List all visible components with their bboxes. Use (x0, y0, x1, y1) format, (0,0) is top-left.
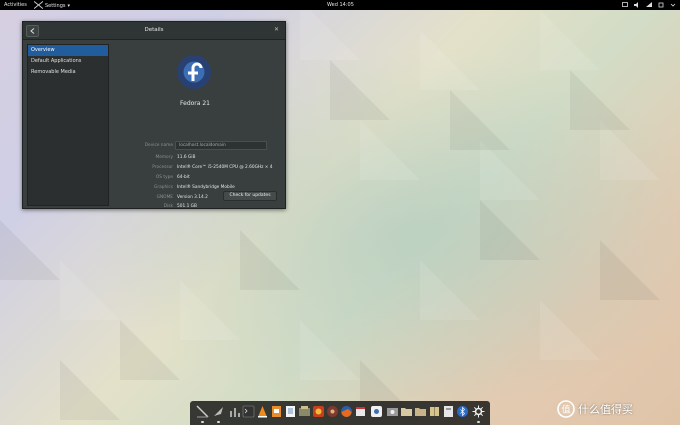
spec-label: Graphics (154, 185, 173, 190)
power-icon (658, 2, 664, 8)
svg-text:值: 值 (561, 404, 570, 416)
volume-icon (634, 2, 638, 8)
settings-details-window: Details ✕ Overview Default Applications … (22, 21, 286, 209)
screen-icon (622, 2, 628, 7)
terminal-icon[interactable] (242, 405, 255, 418)
ubuntu-software-icon[interactable] (312, 405, 325, 418)
network-icon (646, 2, 652, 7)
device-name-label: Device name (144, 143, 173, 148)
watermark: 值 什么值得买 (556, 400, 680, 418)
spec-row-processor: Processor Intel® Core™ i5-2540M CPU @ 2.… (109, 165, 281, 173)
clock[interactable]: Wed 14:05 (327, 2, 354, 8)
app-menu[interactable]: Settings ▾ (34, 1, 71, 10)
spec-row-memory: Memory 11.6 GiB (109, 155, 281, 163)
calendar-app-icon[interactable] (354, 405, 367, 418)
vlc-icon[interactable] (256, 405, 269, 418)
settings-app-icon (34, 1, 43, 9)
sidebar-item-removable-media[interactable]: Removable Media (28, 67, 108, 78)
gimp-icon[interactable] (326, 405, 339, 418)
spec-label: Disk (163, 204, 173, 209)
running-indicator (201, 421, 204, 423)
spec-value: Intel® Core™ i5-2540M CPU @ 2.60GHz × 4 (177, 165, 273, 170)
rocket-app-icon[interactable] (212, 405, 225, 418)
chevron-down-icon: ▾ (67, 3, 71, 9)
spec-value: Intel® Sandybridge Mobile (177, 185, 235, 190)
spec-value: Version 3.14.2 (177, 195, 208, 200)
settings-gear-icon[interactable] (472, 405, 485, 418)
spec-value: 64-bit (177, 175, 190, 180)
spec-label: Memory (155, 155, 173, 160)
os-name: Fedora 21 (180, 100, 210, 107)
chevron-down-icon (670, 3, 676, 7)
smzdm-logo-icon: 值 (557, 400, 575, 418)
music-player-icon[interactable] (370, 405, 383, 418)
close-icon[interactable]: ✕ (274, 26, 279, 33)
libreoffice-impress-icon[interactable] (270, 405, 283, 418)
photos-icon[interactable] (386, 405, 399, 418)
watermark-text: 什么值得买 (578, 403, 633, 416)
sidebar-item-overview[interactable]: Overview (28, 45, 108, 56)
app-menu-label: Settings (45, 3, 66, 9)
drawing-app-icon[interactable] (196, 405, 209, 418)
chart-tool-icon[interactable] (228, 405, 241, 418)
document-viewer-icon[interactable] (284, 405, 297, 418)
status-menu[interactable] (622, 1, 676, 9)
fedora-logo-icon (177, 55, 211, 89)
firefox-icon[interactable] (340, 405, 353, 418)
window-title: Details (144, 27, 164, 33)
spec-label: OS type (155, 175, 173, 180)
activities-button[interactable]: Activities (4, 2, 27, 8)
window-titlebar: Details ✕ (23, 22, 285, 40)
spec-value: 501.1 GB (177, 204, 197, 209)
spec-row-os-type: OS type 64-bit (109, 175, 281, 183)
files-icon[interactable] (442, 405, 455, 418)
spec-label: Processor (152, 165, 173, 170)
archive-manager-icon[interactable] (428, 405, 441, 418)
folder-icon[interactable] (414, 405, 427, 418)
sidebar-item-default-applications[interactable]: Default Applications (28, 56, 108, 67)
folder-icon[interactable] (400, 405, 413, 418)
details-sidebar: Overview Default Applications Removable … (27, 44, 109, 206)
spec-label: GNOME (156, 195, 173, 200)
nautilus-icon[interactable] (298, 405, 311, 418)
top-bar: Activities Settings ▾ Wed 14:05 (0, 0, 680, 10)
device-name-row: Device name localhost.localdomain (109, 141, 281, 151)
dock (190, 401, 490, 425)
check-for-updates-button[interactable]: Check for updates (223, 191, 277, 201)
bluetooth-icon[interactable] (456, 405, 469, 418)
spec-value: 11.6 GiB (177, 155, 196, 160)
running-indicator (217, 421, 220, 423)
device-name-field[interactable]: localhost.localdomain (175, 141, 267, 150)
overview-panel: Fedora 21 Device name localhost.localdom… (109, 44, 281, 209)
running-indicator (477, 421, 480, 423)
spec-row-disk: Disk 501.1 GB (109, 204, 281, 212)
